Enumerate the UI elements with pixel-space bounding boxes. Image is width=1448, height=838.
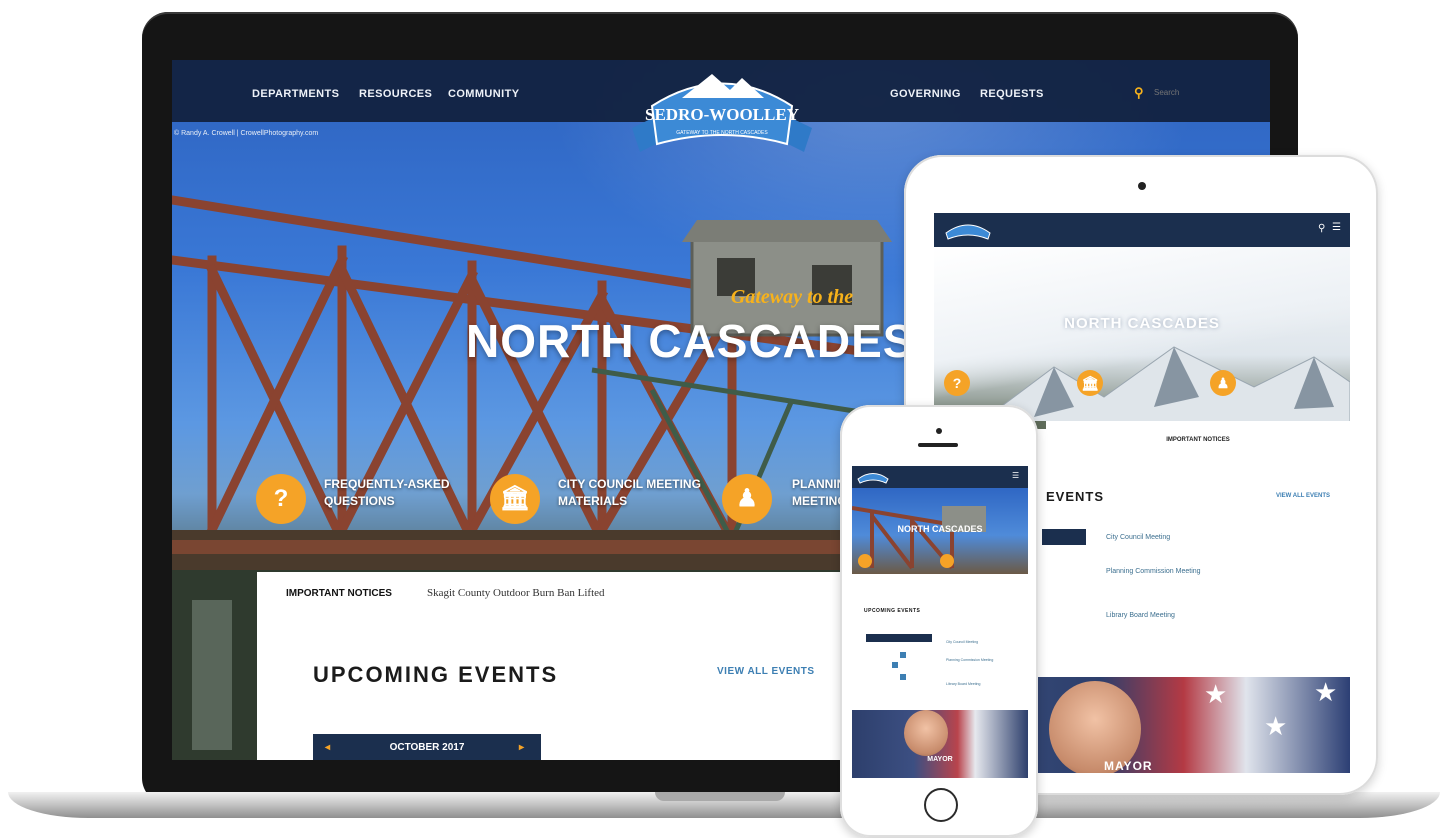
nav-departments[interactable]: DEPARTMENTS bbox=[252, 88, 339, 100]
nav-community[interactable]: COMMUNITY bbox=[448, 88, 519, 100]
tablet-calendar-header bbox=[1042, 529, 1086, 545]
quick-link-council-line2: MATERIALS bbox=[558, 494, 628, 508]
flag-star-icon: ★ bbox=[1264, 711, 1288, 741]
tablet-view-all-link[interactable]: VIEW ALL EVENTS bbox=[1276, 493, 1330, 499]
quick-link-council-label[interactable]: CITY COUNCIL MEETING MATERIALS bbox=[558, 476, 708, 510]
tablet-city-hall-icon[interactable]: 🏛 bbox=[1077, 370, 1103, 396]
notice-link[interactable]: Skagit County Outdoor Burn Ban Lifted bbox=[427, 587, 605, 599]
phone-speaker bbox=[918, 443, 958, 447]
phone-city-hall-icon[interactable] bbox=[940, 554, 954, 568]
tablet-content-card: IMPORTANT NOTICES EVENTS VIEW ALL EVENTS… bbox=[1042, 421, 1350, 677]
phone-home-button[interactable] bbox=[924, 788, 958, 822]
tablet-search-icon[interactable]: ⚲ bbox=[1318, 223, 1325, 234]
search-icon[interactable]: ⚲ bbox=[1134, 85, 1144, 101]
phone-mayor-photo bbox=[904, 710, 948, 756]
flag-star-icon: ★ bbox=[1204, 679, 1228, 709]
logo-name: SEDRO-WOOLLEY bbox=[645, 105, 799, 124]
calendar-header: ◂ OCTOBER 2017 ▸ bbox=[313, 734, 541, 760]
phone-nav-bar: ☰ bbox=[852, 466, 1028, 488]
tablet-event-item[interactable]: City Council Meeting bbox=[1106, 533, 1206, 543]
photo-credit: © Randy A. Crowell | CrowellPhotography.… bbox=[174, 130, 319, 137]
tablet-events-title: EVENTS bbox=[1046, 489, 1105, 504]
tablet-people-icon[interactable]: ♟ bbox=[1210, 370, 1236, 396]
search-input[interactable] bbox=[1154, 86, 1264, 98]
important-notices-label: IMPORTANT NOTICES bbox=[286, 588, 392, 599]
tablet-logo[interactable] bbox=[942, 219, 994, 241]
phone-calendar-day[interactable] bbox=[900, 674, 906, 680]
phone-camera bbox=[936, 428, 942, 434]
tablet-notices-label: IMPORTANT NOTICES bbox=[1166, 437, 1230, 443]
question-icon: ? bbox=[256, 474, 306, 524]
quick-link-faq-line1: FREQUENTLY-ASKED bbox=[324, 477, 450, 491]
phone-event-item[interactable]: City Council Meeting bbox=[946, 640, 978, 644]
calendar-next-button[interactable]: ▸ bbox=[519, 742, 524, 753]
nav-resources[interactable]: RESOURCES bbox=[359, 88, 432, 100]
phone-menu-icon[interactable]: ☰ bbox=[1012, 471, 1019, 480]
logo-subtitle: GATEWAY TO THE NORTH CASCADES bbox=[676, 130, 768, 136]
quick-link-council-line1: CITY COUNCIL MEETING bbox=[558, 477, 701, 491]
tablet-event-item[interactable]: Planning Commission Meeting bbox=[1106, 567, 1206, 577]
quick-link-faq-line2: QUESTIONS bbox=[324, 494, 395, 508]
quick-link-planning[interactable]: ♟ bbox=[722, 474, 772, 524]
tablet-question-icon[interactable]: ? bbox=[944, 370, 970, 396]
phone-screen: ☰ NORTH CASCADES UPCOMING EVENTS City Co… bbox=[852, 466, 1028, 778]
calendar-prev-button[interactable]: ◂ bbox=[325, 742, 330, 753]
tablet-mayor-label[interactable]: MAYOR bbox=[1104, 759, 1153, 773]
phone-mayor-label[interactable]: MAYOR bbox=[852, 756, 1028, 763]
laptop-notch bbox=[655, 792, 785, 801]
phone-content-card: UPCOMING EVENTS City Council Meeting Pla… bbox=[860, 574, 1020, 710]
phone-events-title: UPCOMING EVENTS bbox=[864, 608, 921, 614]
tablet-hero bbox=[934, 247, 1350, 429]
phone-logo[interactable] bbox=[856, 469, 890, 485]
tablet-camera bbox=[1138, 182, 1146, 190]
phone-hero-title: NORTH CASCADES bbox=[897, 524, 983, 534]
city-logo[interactable]: CITY OF SEDRO-WOOLLEY GATEWAY TO THE NOR… bbox=[612, 66, 832, 167]
phone-calendar-day[interactable] bbox=[900, 652, 906, 658]
upcoming-events-title: UPCOMING EVENTS bbox=[313, 662, 559, 687]
tablet-hero-title: NORTH CASCADES bbox=[1064, 315, 1220, 332]
quick-link-council[interactable]: 🏛 bbox=[490, 474, 540, 524]
tablet-event-item[interactable]: Library Board Meeting bbox=[1106, 611, 1206, 621]
phone-calendar-day[interactable] bbox=[892, 662, 898, 668]
people-icon: ♟ bbox=[722, 474, 772, 524]
nav-governing[interactable]: GOVERNING bbox=[890, 88, 961, 100]
view-all-events-link[interactable]: VIEW ALL EVENTS bbox=[717, 666, 815, 677]
city-logo-badge: CITY OF SEDRO-WOOLLEY GATEWAY TO THE NOR… bbox=[632, 74, 812, 152]
quick-link-faq-label[interactable]: FREQUENTLY-ASKED QUESTIONS bbox=[324, 476, 474, 510]
phone-calendar-header bbox=[866, 634, 932, 642]
content-card: IMPORTANT NOTICES Skagit County Outdoor … bbox=[257, 572, 877, 760]
tablet-nav-bar: ⚲ ☰ bbox=[934, 213, 1350, 247]
quick-link-faq[interactable]: ? bbox=[256, 474, 306, 524]
phone-mayor-banner bbox=[852, 710, 1028, 778]
flag-star-icon: ★ bbox=[1314, 677, 1338, 707]
nav-requests[interactable]: REQUESTS bbox=[980, 88, 1044, 100]
tablet-menu-icon[interactable]: ☰ bbox=[1332, 222, 1341, 233]
phone-question-icon[interactable] bbox=[858, 554, 872, 568]
phone-event-item[interactable]: Planning Commission Meeting bbox=[946, 658, 993, 662]
phone-event-item[interactable]: Library Board Meeting bbox=[946, 682, 980, 686]
city-hall-icon: 🏛 bbox=[490, 474, 540, 524]
calendar-month: OCTOBER 2017 bbox=[389, 742, 465, 753]
logo-top-text: CITY OF bbox=[704, 88, 741, 98]
